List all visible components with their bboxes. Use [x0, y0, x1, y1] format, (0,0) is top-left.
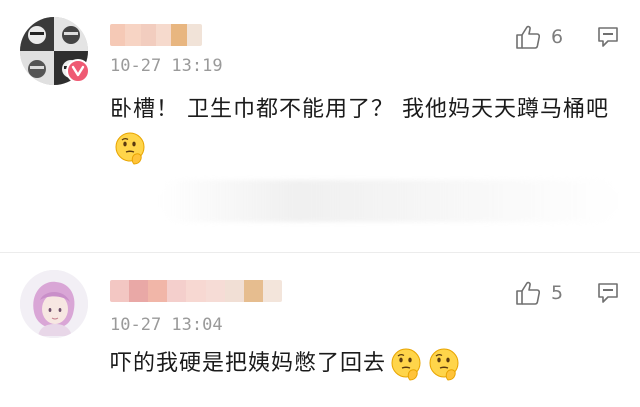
comment-item: 10-27 13:19 6 卧槽！ 卫生巾都不能用了？ 我他妈天天蹲马桶吧 [0, 0, 640, 252]
avatar[interactable] [20, 270, 88, 338]
comment-text: 吓的我硬是把姨妈憋了回去 [110, 345, 610, 383]
like-button[interactable]: 5 [515, 280, 563, 306]
thinking-face-icon [429, 348, 459, 381]
username-blurred[interactable] [110, 24, 202, 46]
comment-time: 10-27 13:04 [110, 315, 223, 335]
verified-badge-icon [66, 59, 90, 83]
comment-item: 10-27 13:04 5 吓的我硬是把姨妈憋了回去 [0, 253, 640, 407]
thumbs-up-icon [516, 25, 541, 49]
blurred-region [160, 180, 620, 222]
like-count: 5 [551, 282, 564, 304]
thinking-face-icon [115, 132, 145, 165]
reply-comment-icon[interactable] [596, 25, 620, 53]
thinking-face-icon [391, 348, 421, 381]
comment-text-content: 卧槽！ 卫生巾都不能用了？ 我他妈天天蹲马桶吧 [110, 97, 609, 122]
like-count: 6 [551, 26, 564, 48]
comment-text-content: 吓的我硬是把姨妈憋了回去 [110, 351, 387, 376]
thumbs-up-icon [516, 281, 541, 305]
reply-comment-icon[interactable] [596, 281, 620, 309]
comment-text: 卧槽！ 卫生巾都不能用了？ 我他妈天天蹲马桶吧 [110, 91, 610, 167]
comment-time: 10-27 13:19 [110, 56, 223, 76]
like-button[interactable]: 6 [515, 24, 563, 50]
username-blurred[interactable] [110, 280, 282, 302]
